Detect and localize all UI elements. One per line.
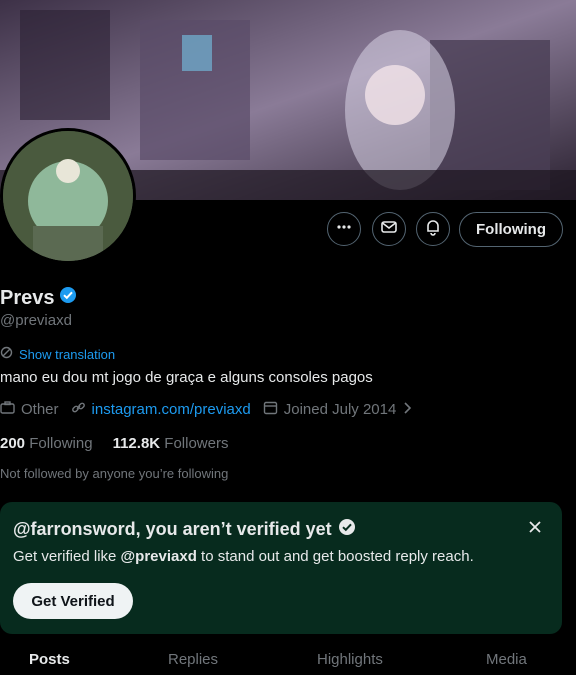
show-translation-label: Show translation [19, 346, 116, 362]
profile-name: Prevs [0, 286, 77, 310]
chevron-right-icon [402, 401, 412, 419]
profile-handle: @previaxd [0, 312, 72, 329]
profile-meta: Other instagram.com/previaxd Joined July… [0, 400, 424, 419]
close-icon [529, 517, 541, 538]
website-item[interactable]: instagram.com/previaxd [71, 400, 251, 419]
profile-avatar[interactable] [0, 128, 136, 264]
verification-banner: @farronsword, you aren’t verified yet Ge… [0, 502, 562, 634]
verify-text-handle: @previaxd [120, 548, 197, 565]
tab-replies[interactable]: Replies [168, 651, 218, 668]
verified-badge-icon[interactable] [59, 286, 77, 310]
following-button[interactable]: Following [459, 212, 563, 247]
mail-icon [380, 218, 398, 241]
close-button[interactable] [524, 516, 546, 538]
website-link[interactable]: instagram.com/previaxd [92, 401, 251, 418]
more-icon [335, 218, 353, 241]
category-item: Other [0, 400, 59, 419]
tab-highlights[interactable]: Highlights [317, 651, 383, 668]
profile-tabs: Posts Replies Highlights Media [0, 640, 576, 675]
briefcase-icon [0, 400, 15, 419]
show-translation-link[interactable]: Show translation [0, 346, 115, 362]
verify-text-prefix: Get verified like [13, 548, 121, 565]
following-label: Following [29, 435, 93, 452]
followers-stat[interactable]: 112.8K Followers [113, 435, 229, 452]
calendar-icon [263, 400, 278, 419]
followers-count: 112.8K [112, 435, 161, 452]
profile-stats: 200 Following 112.8K Followers [0, 435, 228, 452]
following-stat[interactable]: 200 Following [0, 435, 93, 452]
more-button[interactable] [327, 212, 361, 246]
followers-label: Followers [164, 435, 229, 452]
joined-item[interactable]: Joined July 2014 [263, 400, 413, 419]
translate-icon [0, 346, 13, 362]
category-label: Other [21, 401, 59, 418]
following-count: 200 [0, 435, 26, 452]
tab-posts[interactable]: Posts [29, 651, 70, 668]
joined-label: Joined July 2014 [283, 401, 397, 418]
not-followed-text: Not followed by anyone you’re following [0, 466, 229, 481]
verify-description: Get verified like @previaxd to stand out… [13, 548, 474, 565]
bell-icon [424, 218, 442, 241]
verified-badge-icon [338, 518, 356, 541]
tab-media[interactable]: Media [486, 651, 527, 668]
verify-title: @farronsword, you aren’t verified yet [13, 518, 356, 541]
profile-name-text: Prevs [0, 286, 55, 309]
notifications-button[interactable] [416, 212, 450, 246]
avatar-image [3, 131, 133, 261]
link-icon [71, 400, 86, 419]
verify-title-text: @farronsword, you aren’t verified yet [13, 519, 332, 539]
get-verified-button[interactable]: Get Verified [13, 583, 133, 619]
message-button[interactable] [372, 212, 406, 246]
verify-text-suffix: to stand out and get boosted reply reach… [196, 548, 474, 565]
profile-bio: mano eu dou mt jogo de graça e alguns co… [0, 369, 373, 386]
